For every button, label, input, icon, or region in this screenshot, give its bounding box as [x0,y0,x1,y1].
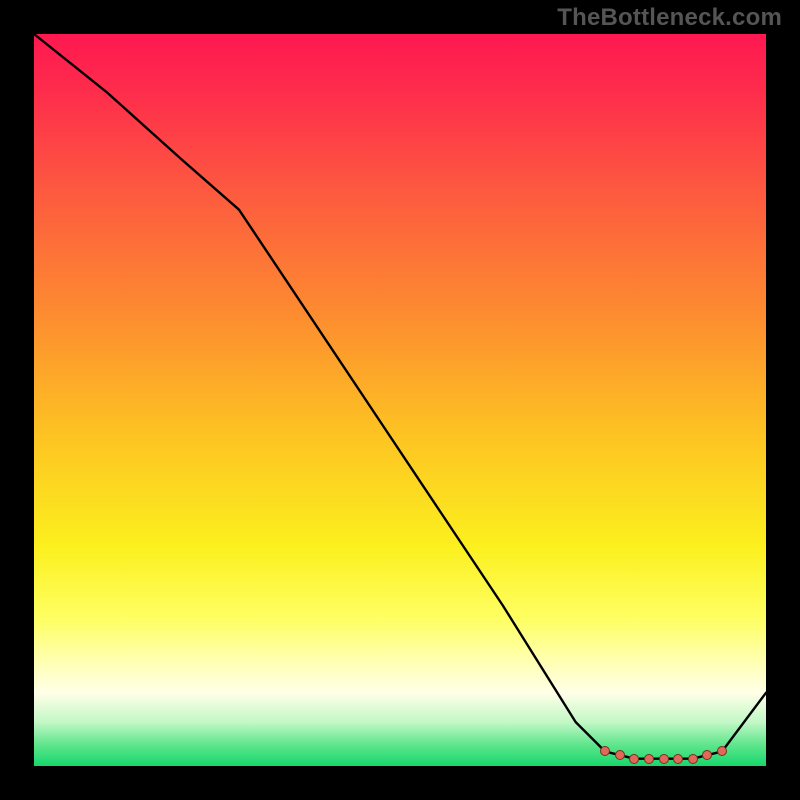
plot-area [34,34,766,766]
sweet-spot-marker [644,754,654,764]
chart-frame: TheBottleneck.com [0,0,800,800]
sweet-spot-marker [688,754,698,764]
sweet-spot-marker [659,754,669,764]
sweet-spot-marker [629,754,639,764]
sweet-spot-marker [702,750,712,760]
sweet-spot-marker [673,754,683,764]
marker-layer [34,34,766,766]
sweet-spot-marker [600,746,610,756]
sweet-spot-marker [615,750,625,760]
watermark-label: TheBottleneck.com [557,4,782,32]
sweet-spot-marker [717,746,727,756]
